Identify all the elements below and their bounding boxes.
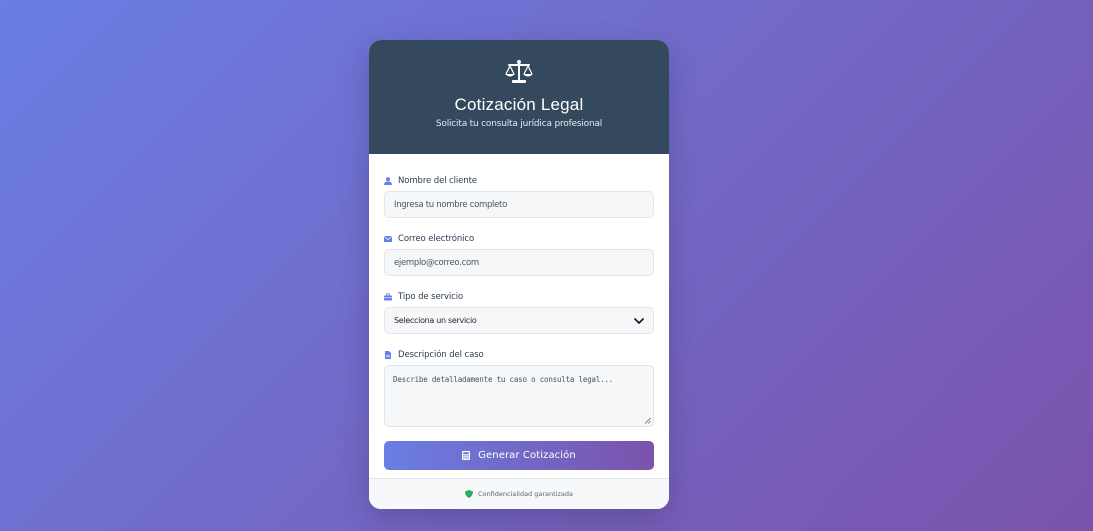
service-select[interactable]: Selecciona un servicio [384, 307, 654, 334]
quote-card: Cotización Legal Solicita tu consulta ju… [369, 40, 669, 509]
page-subtitle: Solicita tu consulta jurídica profesiona… [435, 119, 603, 129]
resize-handle-icon[interactable] [644, 417, 651, 424]
email-input[interactable]: ejemplo@correo.com [384, 249, 654, 276]
generate-quote-button[interactable]: Generar Cotización [384, 441, 654, 470]
name-placeholder: Ingresa tu nombre completo [394, 199, 507, 210]
briefcase-icon [384, 293, 392, 301]
service-label-text: Tipo de servicio [398, 292, 464, 302]
name-group: Nombre del cliente Ingresa tu nombre com… [384, 174, 654, 218]
description-group: Descripción del caso Describe detalladam… [384, 348, 654, 427]
chevron-down-icon [634, 317, 644, 324]
scale-balance-icon [505, 60, 533, 83]
page-title: Cotización Legal [454, 95, 584, 114]
name-input[interactable]: Ingresa tu nombre completo [384, 191, 654, 218]
email-label-text: Correo electrónico [398, 234, 475, 244]
calculator-icon [462, 451, 471, 460]
file-icon [385, 351, 391, 359]
user-icon [384, 177, 392, 185]
quote-form: Nombre del cliente Ingresa tu nombre com… [369, 154, 669, 470]
service-label: Tipo de servicio [384, 290, 654, 304]
email-label: Correo electrónico [384, 232, 654, 246]
description-label: Descripción del caso [384, 348, 654, 362]
name-label-text: Nombre del cliente [398, 176, 477, 186]
description-label-text: Descripción del caso [398, 350, 484, 360]
shield-icon [465, 490, 473, 498]
email-group: Correo electrónico ejemplo@correo.com [384, 232, 654, 276]
description-textarea[interactable]: Describe detalladamente tu caso o consul… [384, 365, 654, 427]
description-placeholder: Describe detalladamente tu caso o consul… [393, 375, 614, 384]
card-header: Cotización Legal Solicita tu consulta ju… [369, 40, 669, 154]
name-label: Nombre del cliente [384, 174, 654, 188]
card-footer: Confidencialidad garantizada [369, 478, 669, 509]
footer-text: Confidencialidad garantizada [478, 490, 573, 498]
email-placeholder: ejemplo@correo.com [394, 257, 479, 268]
generate-quote-label: Generar Cotización [478, 450, 576, 461]
service-selected-value: Selecciona un servicio [394, 316, 477, 325]
service-group: Tipo de servicio Selecciona un servicio [384, 290, 654, 334]
envelope-icon [384, 236, 392, 242]
